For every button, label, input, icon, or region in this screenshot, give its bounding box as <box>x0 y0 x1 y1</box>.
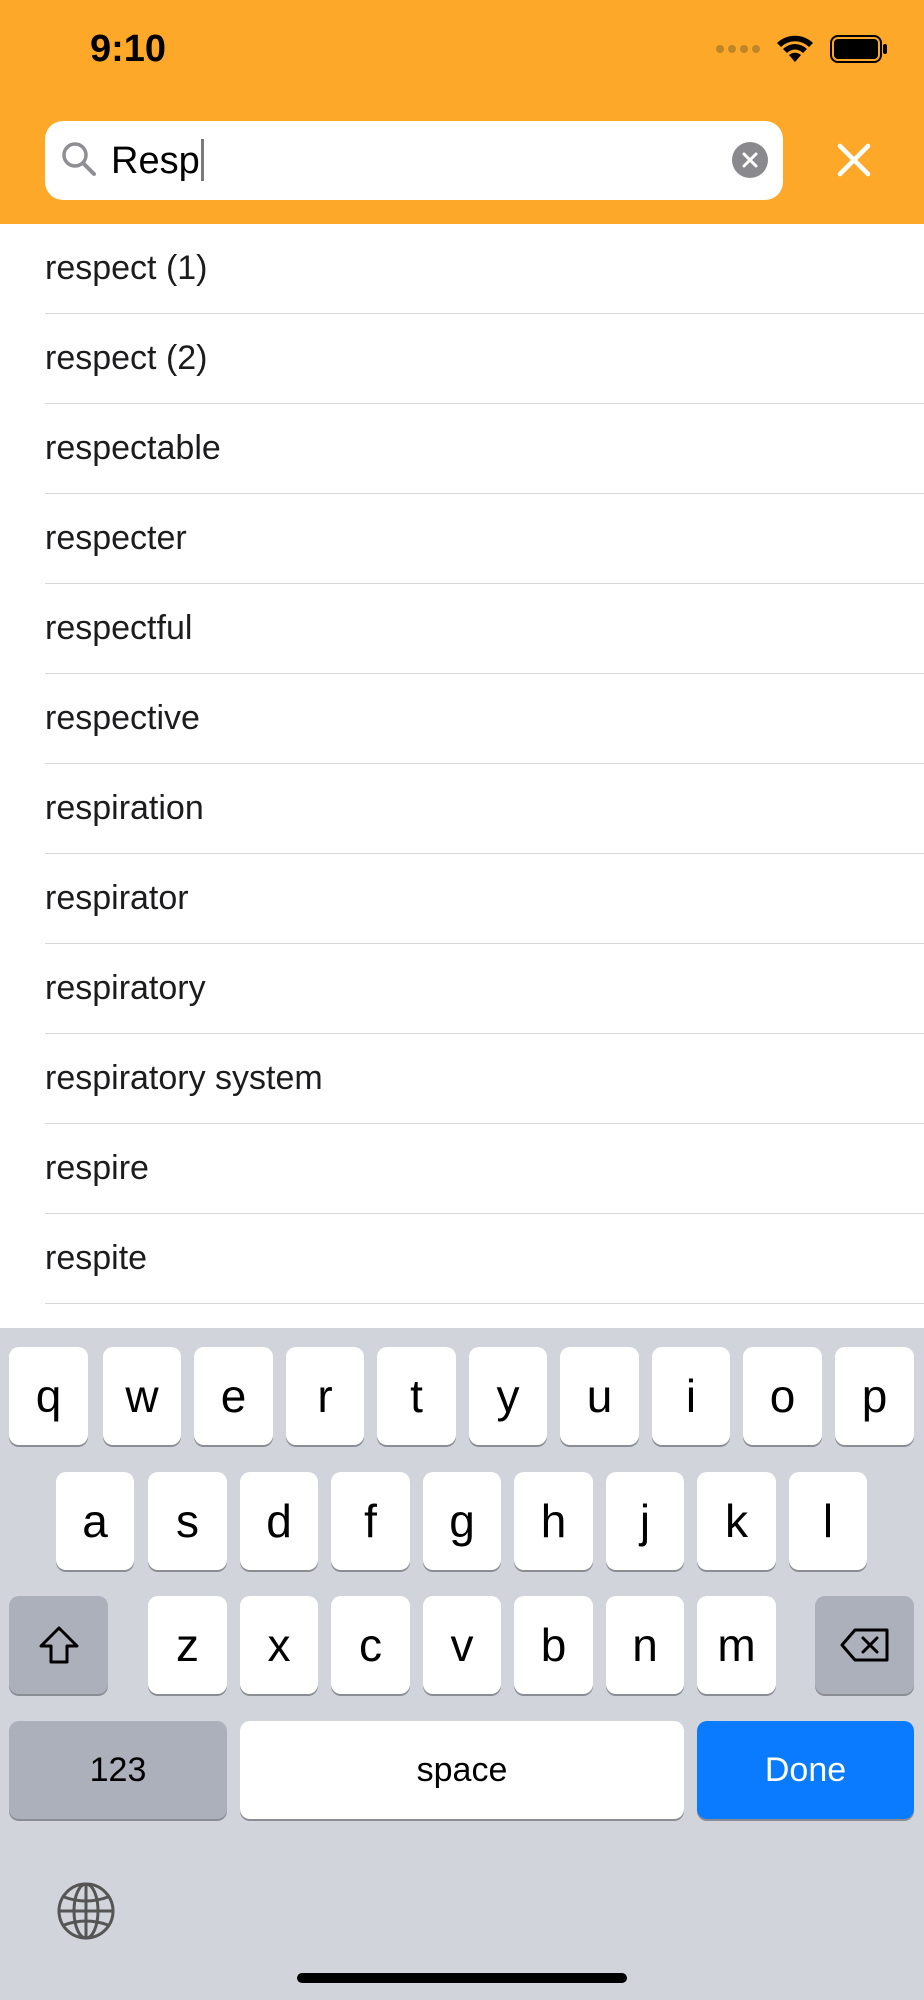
search-input[interactable]: Resp <box>45 121 783 200</box>
search-icon <box>62 142 96 176</box>
key-n[interactable]: n <box>606 1596 684 1694</box>
list-item[interactable]: respirator <box>45 854 924 944</box>
key-z[interactable]: z <box>148 1596 227 1694</box>
key-l[interactable]: l <box>789 1472 867 1570</box>
key-c[interactable]: c <box>331 1596 410 1694</box>
key-f[interactable]: f <box>331 1472 410 1570</box>
key-a[interactable]: a <box>56 1472 134 1570</box>
wifi-icon <box>777 35 813 62</box>
search-field-text[interactable]: Resp <box>111 139 204 183</box>
key-k[interactable]: k <box>697 1472 776 1570</box>
signal-dots-icon <box>716 45 760 53</box>
key-w[interactable]: w <box>103 1347 181 1445</box>
clear-search-button[interactable] <box>732 142 768 178</box>
list-item-label: respiratory <box>45 969 206 1007</box>
list-item[interactable]: respect (1) <box>45 224 924 314</box>
list-item-label: respire <box>45 1149 149 1187</box>
list-item[interactable]: respite <box>45 1214 924 1304</box>
key-t[interactable]: t <box>377 1347 456 1445</box>
shift-key[interactable] <box>9 1596 108 1694</box>
key-y[interactable]: y <box>469 1347 547 1445</box>
key-q[interactable]: q <box>9 1347 88 1445</box>
done-key[interactable]: Done <box>697 1721 914 1819</box>
key-e[interactable]: e <box>194 1347 273 1445</box>
globe-icon <box>57 1882 115 1940</box>
key-o[interactable]: o <box>743 1347 822 1445</box>
list-item[interactable]: respective <box>45 674 924 764</box>
search-value: Resp <box>111 140 200 182</box>
space-key[interactable]: space <box>240 1721 684 1819</box>
shift-icon <box>39 1626 78 1664</box>
delete-key[interactable] <box>815 1596 914 1694</box>
key-u[interactable]: u <box>560 1347 639 1445</box>
globe-button[interactable] <box>56 1881 116 1941</box>
list-item-label: respiration <box>45 789 204 827</box>
key-i[interactable]: i <box>652 1347 730 1445</box>
list-item[interactable]: respecter <box>45 494 924 584</box>
key-h[interactable]: h <box>514 1472 593 1570</box>
key-x[interactable]: x <box>240 1596 318 1694</box>
key-d[interactable]: d <box>240 1472 318 1570</box>
list-item-label: respectful <box>45 609 193 647</box>
list-item-label: respectable <box>45 429 221 467</box>
list-item-label: respecter <box>45 519 187 557</box>
list-item-label: respect (1) <box>45 249 208 287</box>
list-item[interactable]: respire <box>45 1124 924 1214</box>
key-p[interactable]: p <box>835 1347 914 1445</box>
status-icons <box>716 34 888 64</box>
search-results-list: respect (1) respect (2) respectable resp… <box>0 224 924 1328</box>
numbers-key[interactable]: 123 <box>9 1721 227 1819</box>
list-item-label: respirator <box>45 879 189 917</box>
list-item[interactable]: respectable <box>45 404 924 494</box>
list-item[interactable]: respiratory <box>45 944 924 1034</box>
text-caret <box>200 139 204 181</box>
close-x-icon <box>837 143 871 177</box>
list-item[interactable]: resplendent <box>45 1304 924 1328</box>
list-item-label: respect (2) <box>45 339 208 377</box>
list-item[interactable]: respiration <box>45 764 924 854</box>
home-indicator <box>297 1973 627 1983</box>
key-r[interactable]: r <box>286 1347 364 1445</box>
list-item-label: respective <box>45 699 200 737</box>
header-bar: 9:10 Resp <box>0 0 924 224</box>
key-s[interactable]: s <box>148 1472 227 1570</box>
list-item[interactable]: respect (2) <box>45 314 924 404</box>
key-b[interactable]: b <box>514 1596 593 1694</box>
clear-circle-icon <box>742 152 758 168</box>
list-item-label: respiratory system <box>45 1059 323 1097</box>
battery-icon <box>830 35 887 63</box>
list-item[interactable]: respectful <box>45 584 924 674</box>
list-item[interactable]: respiratory system <box>45 1034 924 1124</box>
status-time: 9:10 <box>90 28 167 70</box>
backspace-icon <box>840 1628 888 1662</box>
keyboard: q w e r t y u i o p a s d f g h j k l z … <box>0 1328 924 2000</box>
key-g[interactable]: g <box>423 1472 501 1570</box>
key-m[interactable]: m <box>697 1596 776 1694</box>
key-v[interactable]: v <box>423 1596 501 1694</box>
key-j[interactable]: j <box>606 1472 684 1570</box>
close-search-button[interactable] <box>830 136 878 184</box>
list-item-label: respite <box>45 1239 148 1277</box>
